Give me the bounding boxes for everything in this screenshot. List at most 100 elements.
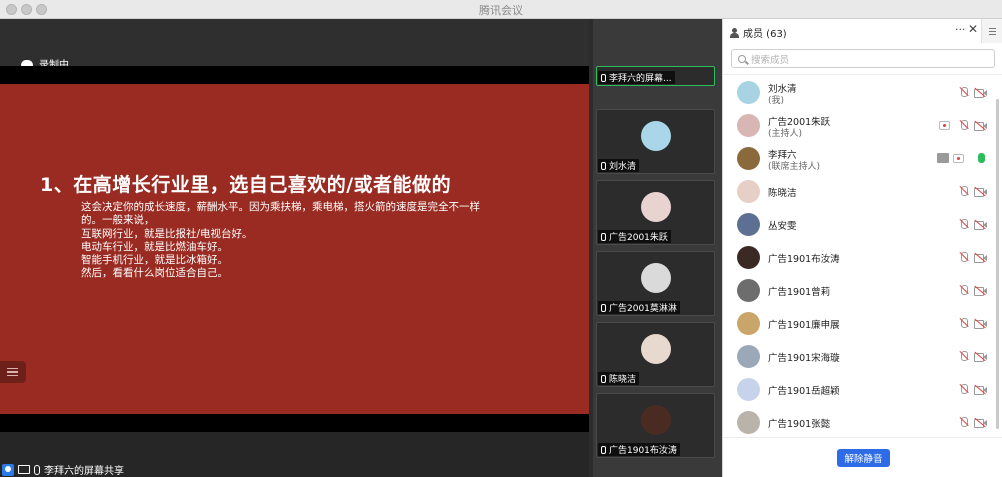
- mic-muted-icon: [601, 73, 606, 82]
- camera-off-icon[interactable]: [974, 318, 987, 329]
- camera-off-icon[interactable]: [974, 384, 987, 395]
- tile-name: 陈晓洁: [609, 375, 637, 385]
- member-row[interactable]: 李拜六 (联席主持人): [723, 141, 993, 174]
- mic-muted-icon[interactable]: [960, 219, 968, 230]
- stage-top-bar: [0, 19, 589, 66]
- member-name: 广告1901岳超颖: [768, 386, 840, 397]
- close-panel-button[interactable]: ✕: [968, 22, 978, 36]
- video-tile[interactable]: 李拜六的屏幕...: [596, 66, 715, 86]
- camera-off-icon[interactable]: [974, 87, 987, 98]
- participant-avatar: [641, 263, 671, 293]
- members-panel: 成员 (63) ··· ✕ 搜索成员 刘水清 (我) 广告2001朱跃 (主持人) 李拜…: [722, 19, 1002, 477]
- window-title: 腾讯会议: [479, 4, 523, 17]
- video-tile[interactable]: 广告2001朱跃: [596, 180, 715, 245]
- mic-muted-icon[interactable]: [960, 186, 968, 197]
- member-avatar: [737, 147, 760, 170]
- tile-label: 刘水清: [598, 159, 640, 172]
- member-row[interactable]: 广告1901张懿: [723, 405, 993, 438]
- participant-avatar: [641, 121, 671, 151]
- video-tile[interactable]: 陈晓洁: [596, 322, 715, 387]
- mic-muted-icon[interactable]: [960, 417, 968, 428]
- member-avatar: [737, 81, 760, 104]
- mic-icon: [34, 464, 40, 475]
- tile-name: 广告2001莫淋淋: [609, 304, 677, 314]
- mic-on-icon[interactable]: [977, 153, 985, 164]
- camera-off-icon[interactable]: [974, 186, 987, 197]
- video-tile[interactable]: 广告1901布汝涛: [596, 393, 715, 458]
- tile-name: 刘水清: [609, 162, 637, 172]
- member-row[interactable]: 刘水清 (我): [723, 75, 993, 108]
- member-name: 广告1901宋海璇: [768, 353, 840, 364]
- tile-label: 广告2001莫淋淋: [598, 301, 680, 314]
- sharer-label-bar: 李拜六的屏幕共享: [2, 462, 124, 477]
- member-row[interactable]: 广告1901曾莉: [723, 273, 993, 306]
- tile-label: 李拜六的屏幕...: [598, 71, 675, 84]
- mic-muted-icon: [601, 232, 606, 241]
- mic-muted-icon[interactable]: [960, 87, 968, 98]
- tile-label: 陈晓洁: [598, 372, 640, 385]
- mic-muted-icon: [601, 374, 606, 383]
- sharer-label: 李拜六的屏幕共享: [44, 466, 124, 477]
- member-name: 广告1901张懿: [768, 419, 831, 430]
- member-avatar: [737, 411, 760, 434]
- mic-muted-icon: [601, 161, 606, 170]
- member-row[interactable]: 广告1901宋海璇: [723, 339, 993, 372]
- member-row[interactable]: 广告1901岳超颖: [723, 372, 993, 405]
- mic-muted-icon[interactable]: [960, 351, 968, 362]
- mic-muted-icon: [601, 445, 606, 454]
- slide-line: 智能手机行业，就是比冰箱好。: [81, 254, 228, 267]
- member-role: (主持人): [768, 129, 803, 139]
- member-row[interactable]: 丛安雯: [723, 207, 993, 240]
- member-row[interactable]: 广告2001朱跃 (主持人): [723, 108, 993, 141]
- shared-screen-stage: 录制中 1、在高增长行业里，选自己喜欢的/或者能做的 这会决定你的成长速度，薪酬…: [0, 19, 589, 477]
- video-tile[interactable]: 广告2001莫淋淋: [596, 251, 715, 316]
- member-name: 广告1901布汝涛: [768, 254, 840, 265]
- member-name: 广告1901廉申展: [768, 320, 840, 331]
- member-name: 陈晓洁: [768, 188, 797, 199]
- more-options-button[interactable]: ···: [955, 23, 966, 36]
- mic-muted-icon[interactable]: [960, 120, 968, 131]
- slide-line: 的。一般来说，: [81, 214, 155, 227]
- member-row[interactable]: 广告1901廉申展: [723, 306, 993, 339]
- list-toggle-button[interactable]: [0, 361, 26, 383]
- search-icon: [738, 54, 746, 63]
- camera-off-icon[interactable]: [974, 285, 987, 296]
- user-icon: [730, 27, 739, 38]
- member-name: 广告1901曾莉: [768, 287, 831, 298]
- menu-icon: [989, 27, 996, 29]
- member-row[interactable]: 陈晓洁: [723, 174, 993, 207]
- mic-muted-icon: [601, 303, 606, 312]
- tile-name: 广告1901布汝涛: [609, 446, 677, 456]
- member-name: 丛安雯: [768, 221, 797, 232]
- members-scrollbar[interactable]: [996, 99, 999, 429]
- member-avatar: [737, 279, 760, 302]
- camera-off-icon[interactable]: [974, 252, 987, 263]
- letterbox-top: [0, 66, 589, 84]
- member-search-input[interactable]: 搜索成员: [731, 49, 995, 68]
- unmute-all-button[interactable]: 解除静音: [837, 449, 890, 467]
- camera-off-icon[interactable]: [974, 417, 987, 428]
- slide-body: 这会决定你的成长速度，薪酬水平。因为乘扶梯，乘电梯，搭火箭的速度是完全不一样 的…: [81, 201, 480, 281]
- list-icon: [7, 367, 18, 370]
- camera-off-icon[interactable]: [974, 219, 987, 230]
- person-icon: [2, 463, 14, 476]
- search-placeholder: 搜索成员: [751, 54, 790, 66]
- member-row[interactable]: 广告1901布汝涛: [723, 240, 993, 273]
- mic-muted-icon[interactable]: [960, 252, 968, 263]
- tile-label: 广告1901布汝涛: [598, 443, 680, 456]
- camera-off-icon[interactable]: [974, 351, 987, 362]
- member-avatar: [737, 213, 760, 236]
- member-avatar: [737, 378, 760, 401]
- recording-icon: [939, 121, 950, 130]
- mic-muted-icon[interactable]: [960, 285, 968, 296]
- footer-divider: [723, 437, 1002, 438]
- slide-line: 电动车行业，就是比燃油车好。: [81, 240, 228, 253]
- mic-muted-icon[interactable]: [960, 318, 968, 329]
- letterbox-bottom: [0, 414, 589, 432]
- mic-muted-icon[interactable]: [960, 384, 968, 395]
- participant-avatar: [641, 334, 671, 364]
- video-tile[interactable]: 刘水清: [596, 109, 715, 174]
- slide-line: 然后，看看什么岗位适合自己。: [81, 267, 228, 280]
- panel-menu-button[interactable]: [981, 19, 1002, 43]
- camera-off-icon[interactable]: [974, 120, 987, 131]
